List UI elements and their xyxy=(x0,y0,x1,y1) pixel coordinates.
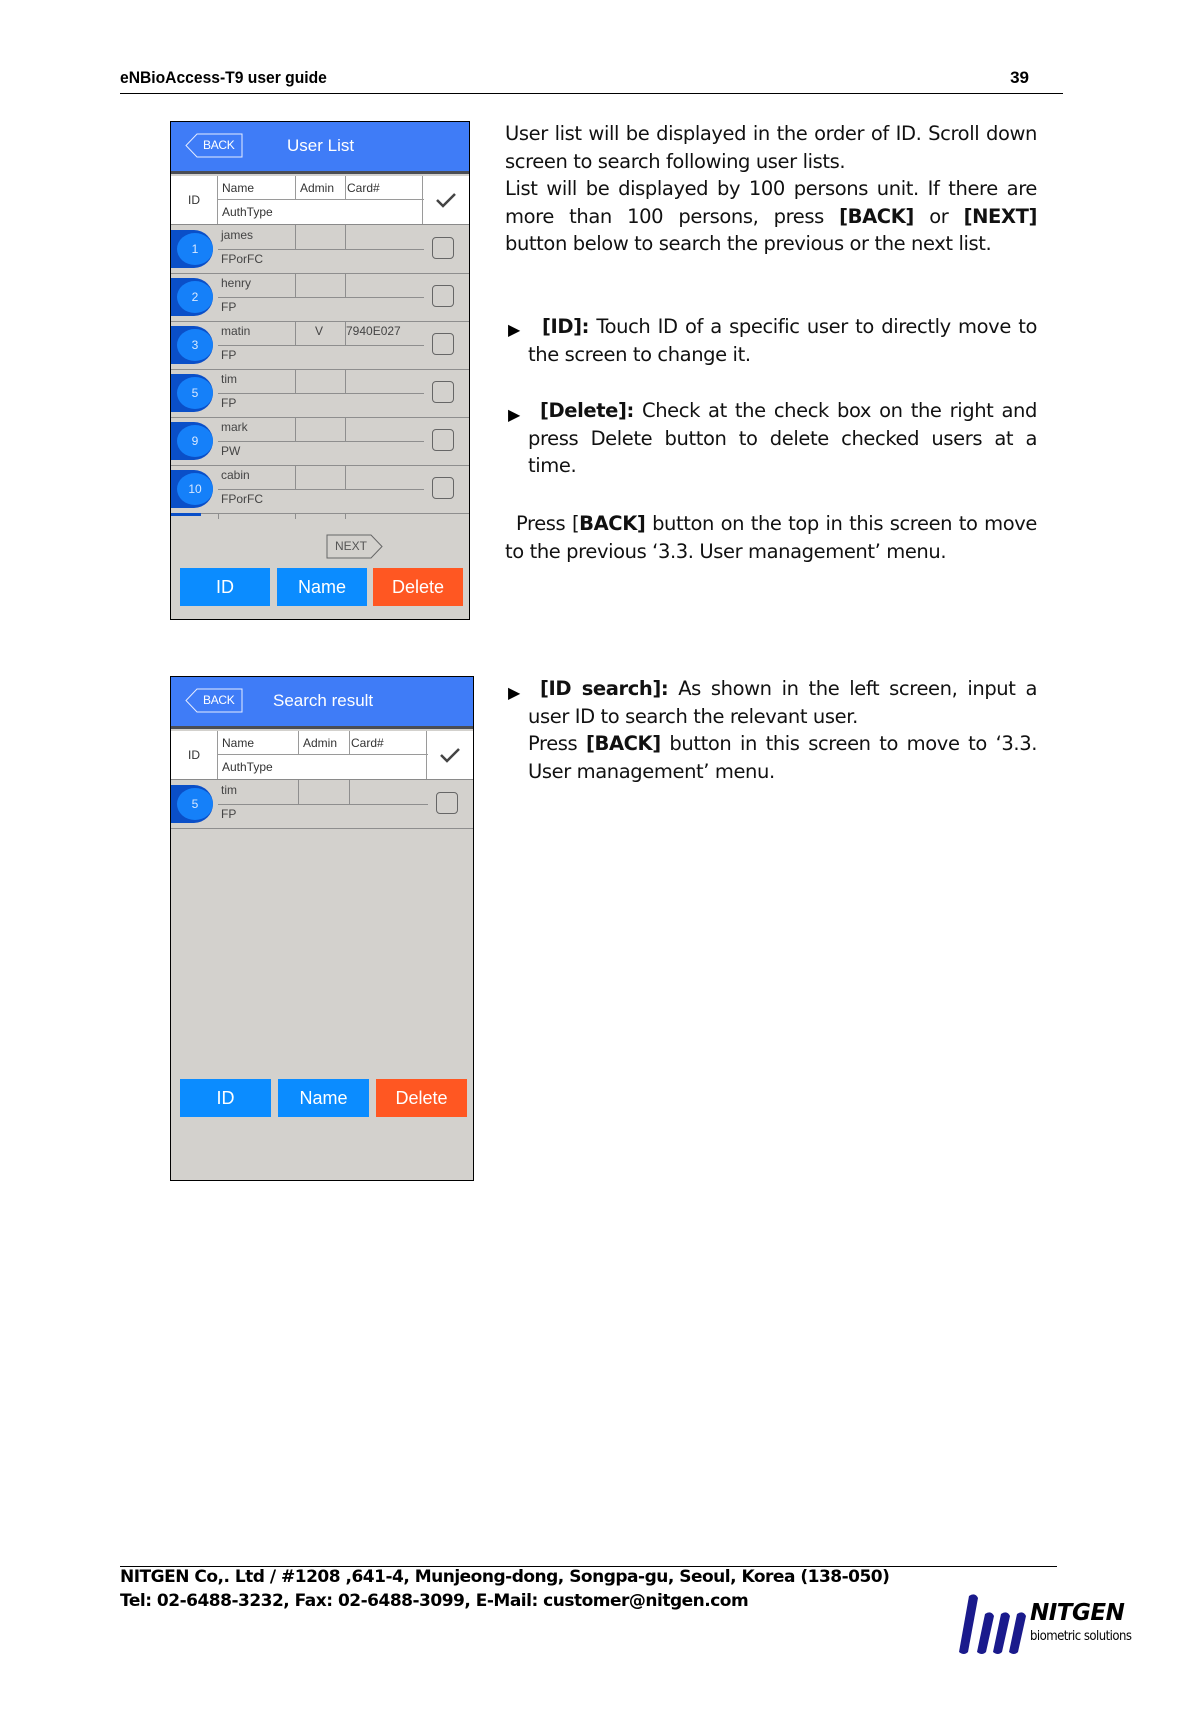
screen-title: Search result xyxy=(273,691,374,710)
user-authtype: FP xyxy=(221,396,237,410)
column-admin: Admin xyxy=(300,181,335,195)
user-card: 7940E027 xyxy=(346,324,401,338)
intro-paragraph: User list will be displayed in the order… xyxy=(505,122,1037,255)
app-bar: BACK User List xyxy=(171,122,469,174)
column-card: Card# xyxy=(347,181,380,195)
bullet-arrow-icon: ▶ xyxy=(508,405,521,424)
table-row[interactable]: 1 james FPorFC xyxy=(171,225,469,274)
user-name: tim xyxy=(221,783,237,797)
row-checkbox[interactable] xyxy=(432,333,454,355)
back-button[interactable]: BACK xyxy=(185,688,243,713)
user-authtype: FP xyxy=(221,807,237,821)
user-id-button[interactable]: 5 xyxy=(177,788,213,820)
user-name: cabin xyxy=(221,468,250,482)
column-admin: Admin xyxy=(303,736,338,750)
column-id[interactable]: ID xyxy=(171,176,218,224)
next-button[interactable]: NEXT xyxy=(326,534,384,559)
table-row[interactable]: 5 tim FP xyxy=(171,780,473,829)
user-name: mark xyxy=(221,420,248,434)
user-id-button[interactable]: 5 xyxy=(177,377,213,409)
user-authtype: FPorFC xyxy=(221,492,263,506)
row-checkbox[interactable] xyxy=(432,381,454,403)
column-authtype: AuthType xyxy=(222,760,273,774)
user-name: james xyxy=(221,228,254,242)
back-button-label: BACK xyxy=(203,138,235,152)
user-name: henry xyxy=(221,276,252,290)
column-name: Name xyxy=(222,736,255,750)
nitgen-logo: NITGEN biometric solutions xyxy=(955,1592,1155,1656)
table-row[interactable]: 5 tim FP xyxy=(171,369,469,418)
sort-by-name-button[interactable]: Name xyxy=(277,568,367,606)
table-row[interactable]: 9 mark PW xyxy=(171,417,469,466)
table-row[interactable]: 10 cabin FPorFC xyxy=(171,465,469,514)
nitgen-logo-icon xyxy=(959,1594,1026,1654)
delete-button[interactable]: Delete xyxy=(373,568,463,606)
user-admin: V xyxy=(315,324,324,338)
user-authtype: FPorFC xyxy=(221,252,263,266)
column-authtype: AuthType xyxy=(222,205,273,219)
user-id-button[interactable]: 10 xyxy=(177,473,213,505)
user-id-button[interactable]: 2 xyxy=(177,281,213,313)
back-button[interactable]: BACK xyxy=(185,133,243,158)
row-checkbox[interactable] xyxy=(432,429,454,451)
logo-brand-text: NITGEN xyxy=(1030,1600,1125,1626)
user-authtype: FP xyxy=(221,348,237,362)
row-checkbox[interactable] xyxy=(432,285,454,307)
sort-by-id-button[interactable]: ID xyxy=(180,1079,271,1117)
user-name: tim xyxy=(221,372,237,386)
id-search-description: [ID search]: As shown in the left screen… xyxy=(528,677,1037,783)
back-description: Press [BACK] button on the top in this s… xyxy=(505,512,1038,563)
user-name: matin xyxy=(221,324,251,338)
user-authtype: PW xyxy=(221,444,241,458)
next-button-label: NEXT xyxy=(335,539,368,553)
delete-button[interactable]: Delete xyxy=(376,1079,467,1117)
row-checkbox[interactable] xyxy=(436,792,458,814)
page-number: 39 xyxy=(1010,68,1029,87)
logo-tagline: biometric solutions xyxy=(1030,1629,1132,1644)
sort-by-name-button[interactable]: Name xyxy=(278,1079,369,1117)
app-bar: BACK Search result xyxy=(171,677,473,729)
row-checkbox[interactable] xyxy=(432,237,454,259)
footer-contact: Tel: 02-6488-3232, Fax: 02-6488-3099, E-… xyxy=(120,1591,749,1611)
footer-address: NITGEN Co,. Ltd / #1208 ,641-4, Munjeong… xyxy=(120,1567,890,1587)
sort-by-id-button[interactable]: ID xyxy=(180,568,270,606)
select-all-check[interactable] xyxy=(426,731,473,779)
select-all-check[interactable] xyxy=(422,176,469,224)
back-button-label: BACK xyxy=(203,693,235,707)
document-title: eNBioAccess-T9 user guide xyxy=(120,68,327,87)
table-row[interactable]: 3 matin V 7940E027 FP xyxy=(171,321,469,370)
user-list-screen: BACK User List ID Name Admin Card# AuthT… xyxy=(170,121,470,620)
row-checkbox[interactable] xyxy=(432,477,454,499)
bullet-arrow-icon: ▶ xyxy=(508,683,521,702)
user-id-button[interactable]: 3 xyxy=(177,329,213,361)
page-header: eNBioAccess-T9 user guide 39 xyxy=(120,68,1063,94)
column-card: Card# xyxy=(351,736,384,750)
screen-title: User List xyxy=(287,136,355,155)
id-description: [ID]: Touch ID of a specific user to dir… xyxy=(528,315,1037,366)
table-row[interactable]: 2 henry FP xyxy=(171,273,469,322)
column-id[interactable]: ID xyxy=(171,731,218,779)
table-header: ID Name Admin Card# AuthType xyxy=(171,176,469,225)
search-result-screen: BACK Search result ID Name Admin Card# A… xyxy=(170,676,474,1181)
user-id-button[interactable]: 9 xyxy=(177,425,213,457)
table-header: ID Name Admin Card# AuthType xyxy=(171,731,473,780)
delete-description: [Delete]: Check at the check box on the … xyxy=(528,399,1037,477)
user-authtype: FP xyxy=(221,300,237,314)
user-id-button[interactable]: 1 xyxy=(177,233,213,265)
checkmark-icon xyxy=(436,193,456,208)
checkmark-icon xyxy=(440,748,460,763)
column-name: Name xyxy=(222,181,255,195)
next-row-partial xyxy=(171,513,469,519)
